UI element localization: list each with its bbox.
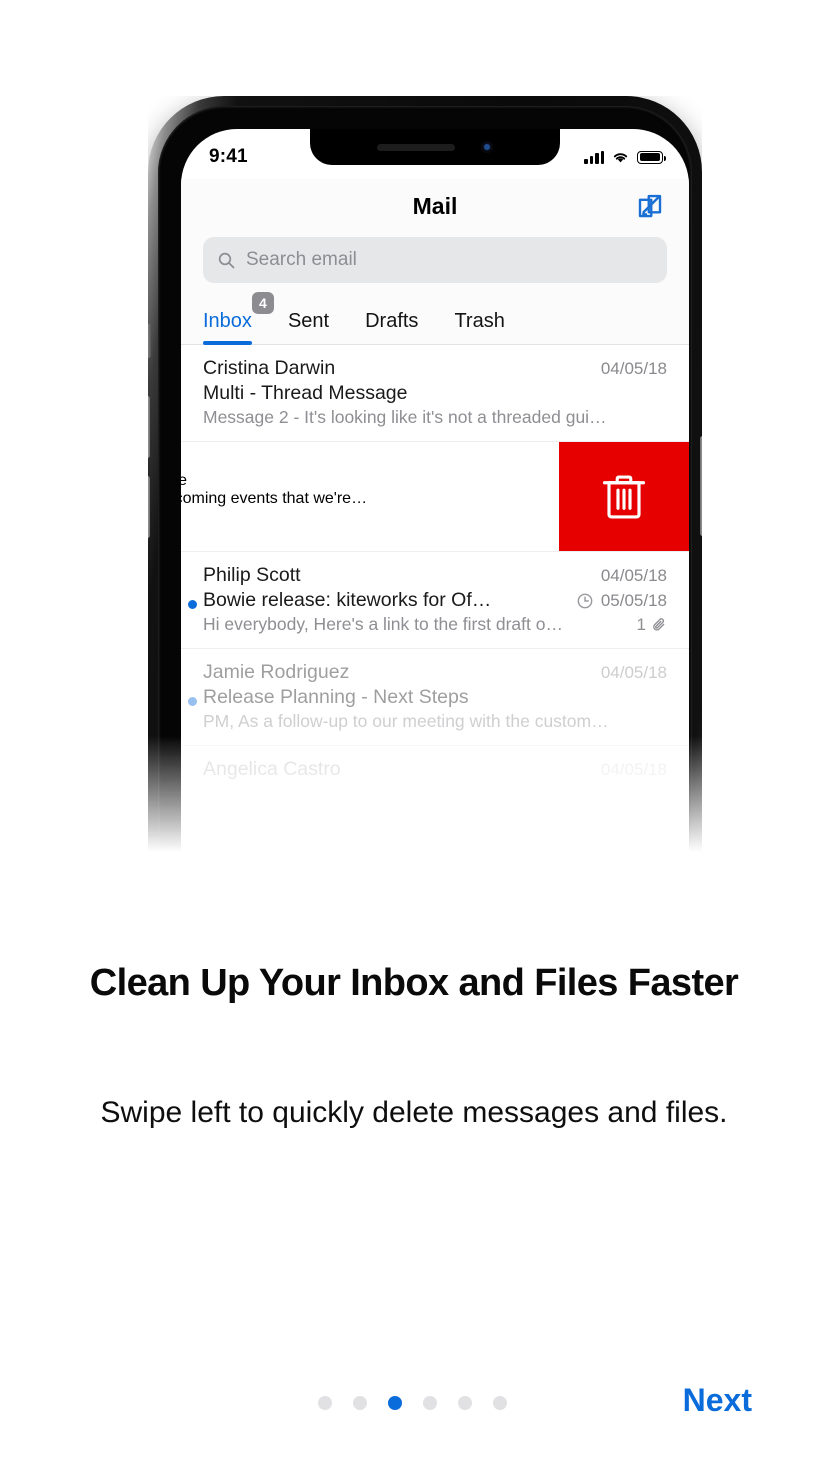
mail-app-header: Mail xyxy=(181,179,689,233)
page-dot-1[interactable] xyxy=(318,1396,332,1410)
silent-switch[interactable] xyxy=(148,324,151,358)
volume-up-button[interactable] xyxy=(148,396,150,458)
email-date: 04/05/18 xyxy=(600,663,667,682)
email-date: 04/05/18 xyxy=(600,760,667,779)
search-input[interactable]: Search email xyxy=(203,237,667,283)
search-section: Search email xyxy=(181,233,689,293)
phone-bezel: 9:41 Mail Search email Inbox 4 Sent Draf… xyxy=(158,106,692,856)
email-list-item[interactable]: Cristina Darwin 04/05/18 Multi - Thread … xyxy=(181,345,689,442)
email-sender: Jamie Rodriguez xyxy=(203,661,350,683)
phone-mockup: 9:41 Mail Search email Inbox 4 Sent Draf… xyxy=(148,96,702,856)
tab-sent[interactable]: Sent xyxy=(288,310,329,344)
power-button[interactable] xyxy=(700,436,702,536)
tab-sent-label: Sent xyxy=(287,310,330,332)
phone-frame: 9:41 Mail Search email Inbox 4 Sent Draf… xyxy=(148,96,702,856)
email-sender: Angelica Castro xyxy=(203,758,341,780)
email-list-item[interactable]: Philip Scott 04/05/18 Bowie release: kit… xyxy=(181,552,689,649)
email-sender: Philip Scott xyxy=(203,564,301,586)
email-subject: Bowie release: kiteworks for Of… xyxy=(203,589,492,611)
search-icon xyxy=(218,252,235,268)
page-dot-6[interactable] xyxy=(493,1396,507,1410)
paperclip-icon xyxy=(653,617,665,631)
email-subject: ead Message xyxy=(181,472,187,489)
phone-notch xyxy=(310,129,560,165)
email-sender: Cristina Darwin xyxy=(203,357,336,379)
front-camera-icon xyxy=(481,141,493,153)
headline: Clean Up Your Inbox and Files Faster xyxy=(89,962,739,1004)
tab-drafts-label: Drafts xyxy=(365,310,419,332)
email-preview: ly for the upcoming events that we're… xyxy=(181,490,368,507)
tab-drafts[interactable]: Drafts xyxy=(365,310,418,344)
unread-indicator xyxy=(188,697,197,706)
tab-trash[interactable]: Trash xyxy=(454,310,504,344)
inbox-badge: 4 xyxy=(251,292,274,314)
page-dot-4[interactable] xyxy=(423,1396,437,1410)
page-indicator xyxy=(318,1396,507,1410)
compose-icon[interactable] xyxy=(633,189,667,223)
unread-indicator xyxy=(188,600,197,609)
next-button[interactable]: Next xyxy=(683,1382,752,1419)
attachment-count: 1 xyxy=(636,614,646,634)
page-dot-2[interactable] xyxy=(353,1396,367,1410)
tab-trash-label: Trash xyxy=(454,310,505,332)
search-placeholder: Search email xyxy=(246,249,357,270)
email-list-item[interactable]: Angelica Castro 04/05/18 xyxy=(181,746,689,795)
earpiece-speaker-icon xyxy=(377,143,455,151)
email-subject: Multi - Thread Message xyxy=(203,382,408,404)
phone-screen: 9:41 Mail Search email Inbox 4 Sent Draf… xyxy=(181,129,689,856)
email-preview: PM, As a follow-up to our meeting with t… xyxy=(203,711,609,731)
trash-icon xyxy=(602,474,646,519)
email-list-item-swiped[interactable]: s 04/05/18 ead Message ly for the upcomi… xyxy=(181,442,689,552)
page-dot-3[interactable] xyxy=(388,1396,402,1410)
page-title: Mail xyxy=(412,192,458,219)
status-bar-time: 9:41 xyxy=(209,146,248,167)
signal-bars-icon xyxy=(584,150,604,164)
onboarding-screen: 9:41 Mail Search email Inbox 4 Sent Draf… xyxy=(0,0,828,1472)
email-followup-date: 05/05/18 xyxy=(600,590,667,610)
volume-down-button[interactable] xyxy=(148,476,150,538)
tab-inbox-label: Inbox xyxy=(203,310,252,332)
wifi-icon xyxy=(613,153,628,163)
email-date: 04/05/18 xyxy=(600,359,667,378)
body-text: Swipe left to quickly delete messages an… xyxy=(100,1096,728,1129)
email-subject: Release Planning - Next Steps xyxy=(203,686,469,708)
clock-icon xyxy=(577,593,593,608)
email-preview: Hi everybody, Here's a link to the first… xyxy=(203,614,563,634)
email-list-item[interactable]: Jamie Rodriguez 04/05/18 Release Plannin… xyxy=(181,649,689,746)
email-date: 04/05/18 xyxy=(600,566,667,585)
email-list: Cristina Darwin 04/05/18 Multi - Thread … xyxy=(181,345,689,795)
battery-full-icon xyxy=(637,150,666,164)
onboarding-footer: Next xyxy=(0,1382,828,1428)
email-preview: Message 2 - It's looking like it's not a… xyxy=(203,407,607,427)
mailbox-tabs: Inbox 4 Sent Drafts Trash xyxy=(181,292,689,345)
page-dot-5[interactable] xyxy=(458,1396,472,1410)
tab-inbox[interactable]: Inbox 4 xyxy=(203,292,274,345)
delete-button[interactable] xyxy=(559,442,689,551)
